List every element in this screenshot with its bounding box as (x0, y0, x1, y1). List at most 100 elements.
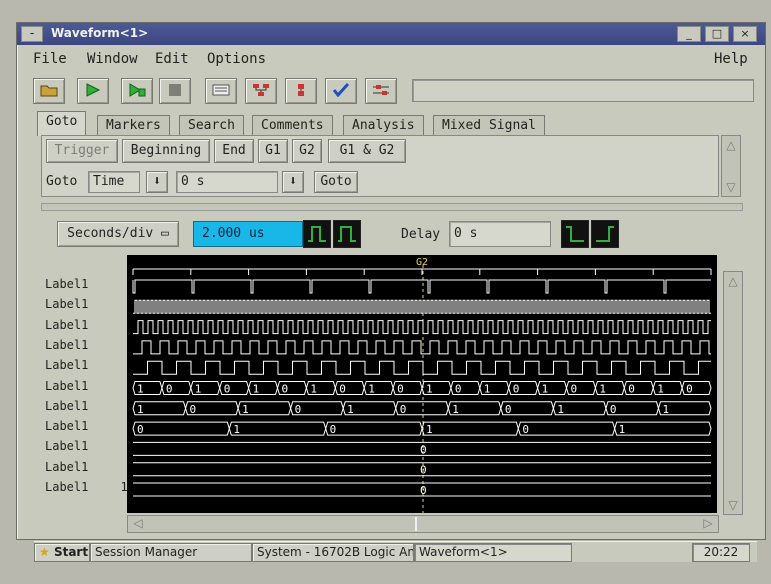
waveform-canvas[interactable]: G21 0 1 0 1 0 1 0 1 0 1 0 1 0 1 0 1 0 1 01 0 1 0 1 0 1 0 1 0 10 1 0 1 0 10… (127, 255, 717, 513)
bus-value: 1 (557, 403, 564, 416)
minimize-button[interactable]: _ (677, 26, 701, 42)
menu-file[interactable]: File (33, 51, 67, 67)
bus-value: 0 (522, 423, 529, 436)
channel-label[interactable]: Label17 (41, 419, 139, 439)
waveform-display[interactable]: G2 1 0 1 0 1 0 1 0 1 0 1 0 1 0 1 0 1 0 1 0 1 0 1 0 1 0 1 0 1 0 1 0 1 0 1 0 1 0… (127, 255, 717, 513)
scroll-thumb[interactable] (415, 517, 417, 531)
bus-value: 0 (505, 403, 512, 416)
channel-name: Label1 (45, 358, 89, 373)
scroll-down-icon[interactable]: ▽ (722, 178, 740, 196)
channel-label[interactable]: Label110 (41, 480, 139, 500)
module-config-button[interactable] (285, 78, 317, 104)
menu-window[interactable]: Window (87, 51, 138, 67)
channel-2-waveform (133, 320, 711, 335)
channel-name: Label1 (45, 317, 89, 332)
run-button[interactable] (77, 78, 109, 104)
stop-button[interactable] (159, 78, 191, 104)
tab-markers[interactable]: Markers (97, 115, 170, 136)
menu-bar: File Window Edit Options Help (17, 47, 765, 71)
scroll-up-icon[interactable]: △ (722, 136, 740, 154)
task-waveform[interactable]: Waveform<1> (414, 543, 572, 562)
channel-0-waveform (132, 279, 711, 294)
check-button[interactable] (325, 78, 357, 104)
g1-g2-button[interactable]: G1 & G2 (328, 139, 406, 163)
channel-label[interactable]: Label14 (41, 358, 139, 378)
scroll-left-icon[interactable]: ◁ (130, 516, 146, 532)
channel-name: Label1 (45, 337, 89, 352)
delay-input[interactable]: 0 s (449, 221, 551, 247)
bus-value: 1 (657, 383, 664, 396)
panel-splitter[interactable] (41, 203, 743, 211)
settings-icon (373, 85, 389, 95)
scroll-right-icon[interactable]: ▷ (700, 516, 716, 532)
goto-panel-scrollbar[interactable]: △ ▽ (721, 135, 741, 197)
task-session-manager[interactable]: Session Manager (90, 543, 252, 562)
beginning-button[interactable]: Beginning (122, 139, 210, 163)
menu-help[interactable]: Help (714, 51, 748, 67)
bus-value: 0 (224, 383, 231, 396)
start-label: Start (53, 545, 89, 559)
channel-label[interactable]: Label13 (41, 338, 139, 358)
trigger-button[interactable]: Trigger (46, 139, 118, 163)
timebase-value-input[interactable]: 2.000 us (193, 221, 303, 247)
bus-value: 1 (542, 383, 549, 396)
channel-label[interactable]: Label19 (41, 460, 139, 480)
goto-mode-select[interactable]: Time (88, 171, 140, 193)
dropdown-icon: ▭ (161, 226, 169, 241)
menu-options[interactable]: Options (207, 51, 266, 67)
timebase-decrease-button[interactable] (303, 220, 331, 248)
menu-edit[interactable]: Edit (155, 51, 189, 67)
channel-label[interactable]: Label18 (41, 439, 139, 459)
tab-mixed-signal[interactable]: Mixed Signal (433, 115, 545, 136)
end-button[interactable]: End (214, 139, 254, 163)
scroll-up-icon[interactable]: △ (724, 272, 742, 290)
goto-panel: Trigger Beginning End G1 G2 G1 & G2 Goto… (41, 135, 719, 197)
bus-segment (132, 421, 230, 436)
system-overview-button[interactable] (245, 78, 277, 104)
channel-label[interactable]: Label12 (41, 318, 139, 338)
channel-label[interactable]: Label15 (41, 379, 139, 399)
close-button[interactable]: × (733, 26, 757, 42)
start-button[interactable]: ★ Start (34, 543, 90, 562)
bus-value: 1 (137, 383, 144, 396)
delay-right-button[interactable] (591, 220, 619, 248)
g2-button[interactable]: G2 (292, 139, 322, 163)
goto-time-input[interactable]: 0 s (176, 171, 278, 193)
bus-value: 0 (295, 403, 302, 416)
bus-value: 1 (452, 403, 459, 416)
delay-left-button[interactable] (561, 220, 589, 248)
tab-search[interactable]: Search (179, 115, 244, 136)
timebase-increase-button[interactable] (333, 220, 361, 248)
listing-button[interactable] (205, 78, 237, 104)
run-repetitive-button[interactable] (121, 78, 153, 104)
properties-button[interactable] (365, 78, 397, 104)
bus-value: 1 (426, 383, 433, 396)
tab-analysis[interactable]: Analysis (343, 115, 424, 136)
scroll-down-icon[interactable]: ▽ (724, 496, 742, 514)
bus-value: 0 (166, 383, 173, 396)
channel-label[interactable]: Label10 (41, 277, 139, 297)
time-dropdown-icon[interactable]: ⬇ (282, 171, 304, 193)
channel-label[interactable]: Label11 (41, 297, 139, 317)
system-menu-button[interactable]: - (21, 26, 43, 42)
task-system[interactable]: System - 16702B Logic Ana... (252, 543, 414, 562)
list-icon (212, 84, 230, 96)
g1-button[interactable]: G1 (258, 139, 288, 163)
bus-value: 1 (484, 383, 491, 396)
title-bar[interactable]: - Waveform<1> _ □ × (17, 23, 765, 45)
bus-value: 1 (368, 383, 375, 396)
tab-goto[interactable]: Goto (37, 111, 87, 136)
seconds-per-div-select[interactable]: Seconds/div ▭ (57, 221, 179, 247)
waveform-horizontal-scrollbar[interactable]: ◁ ▷ (127, 515, 719, 533)
goto-label: Goto (46, 174, 78, 189)
open-folder-button[interactable] (33, 78, 65, 104)
channel-label[interactable]: Label16 (41, 399, 139, 419)
waveform-vertical-scrollbar[interactable]: △ ▽ (723, 271, 743, 515)
network-icon (253, 84, 269, 96)
pulse-left-icon (566, 226, 584, 242)
mode-dropdown-icon[interactable]: ⬇ (146, 171, 168, 193)
goto-button[interactable]: Goto (314, 171, 358, 193)
maximize-button[interactable]: □ (705, 26, 729, 42)
bus-value: 0 (137, 423, 144, 436)
tab-comments[interactable]: Comments (252, 115, 333, 136)
